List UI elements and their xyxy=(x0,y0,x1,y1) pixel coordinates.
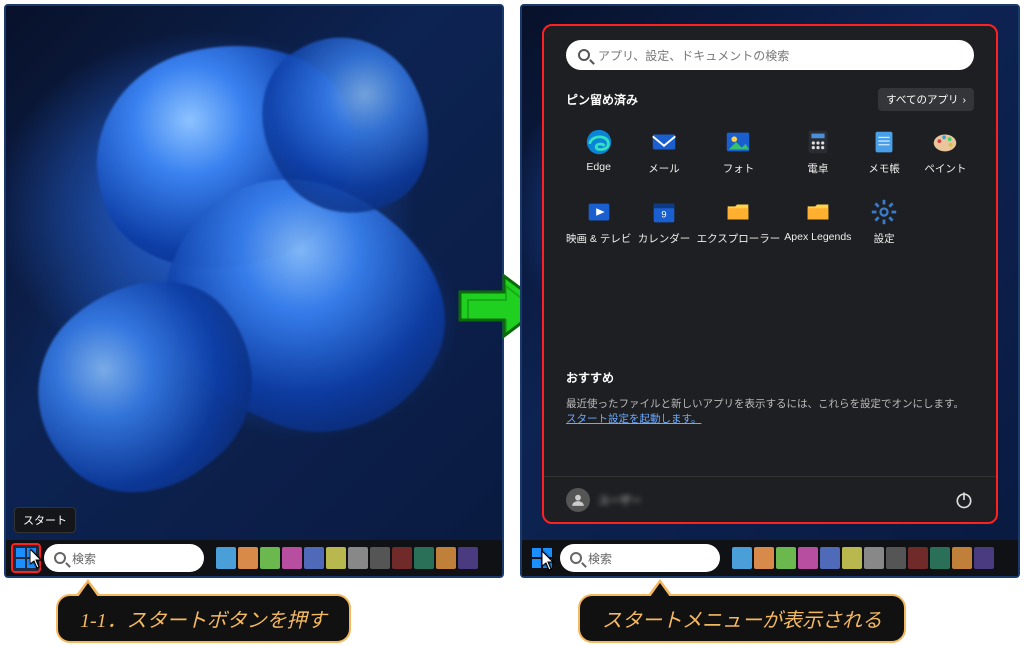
app-tile-explorer[interactable]: エクスプローラー xyxy=(697,193,781,259)
windows-logo-icon xyxy=(532,548,552,568)
app-tile-paint[interactable]: ペイント xyxy=(917,123,974,189)
app-tile-calc[interactable]: 電卓 xyxy=(784,123,851,189)
taskbar-apps xyxy=(216,547,478,569)
mail-icon xyxy=(649,127,679,157)
taskbar-app-icon[interactable] xyxy=(370,547,390,569)
app-tile-settings[interactable]: 設定 xyxy=(855,193,912,259)
all-apps-button[interactable]: すべてのアプリ › xyxy=(878,88,974,111)
taskbar-app-icon[interactable] xyxy=(864,547,884,569)
edge-icon xyxy=(584,127,614,157)
taskbar-search-placeholder: 検索 xyxy=(72,550,96,567)
windows-logo-icon xyxy=(16,548,36,568)
user-account-button[interactable]: ユーザー xyxy=(566,488,642,512)
app-label: ペイント xyxy=(924,161,966,176)
app-tile-calendar[interactable]: 9 カレンダー xyxy=(635,193,692,259)
taskbar-app-icon[interactable] xyxy=(930,547,950,569)
search-icon xyxy=(570,552,582,564)
notepad-icon xyxy=(869,127,899,157)
taskbar-app-icon[interactable] xyxy=(820,547,840,569)
app-label: フォト xyxy=(723,161,755,176)
search-icon xyxy=(578,49,590,61)
left-screenshot: スタート 検索 xyxy=(4,4,504,578)
app-tile-edge[interactable]: Edge xyxy=(566,123,631,189)
startmenu-search-placeholder: アプリ、設定、ドキュメントの検索 xyxy=(598,47,789,64)
app-tile-mail[interactable]: メール xyxy=(635,123,692,189)
power-button[interactable] xyxy=(954,490,974,510)
taskbar: 検索 xyxy=(522,540,1018,576)
user-avatar-icon xyxy=(566,488,590,512)
start-button[interactable] xyxy=(12,544,40,572)
taskbar-app-icon[interactable] xyxy=(436,547,456,569)
chevron-right-icon: › xyxy=(963,94,967,106)
app-label: エクスプローラー xyxy=(697,231,781,246)
taskbar-search[interactable]: 検索 xyxy=(44,544,204,572)
start-tooltip: スタート xyxy=(14,507,76,533)
taskbar-app-icon[interactable] xyxy=(304,547,324,569)
explorer-icon xyxy=(723,197,753,227)
taskbar-search-placeholder: 検索 xyxy=(588,550,612,567)
taskbar-app-icon[interactable] xyxy=(842,547,862,569)
pinned-heading: ピン留め済み xyxy=(566,91,638,108)
taskbar-app-icon[interactable] xyxy=(776,547,796,569)
taskbar-app-icon[interactable] xyxy=(798,547,818,569)
user-name-label: ユーザー xyxy=(598,492,642,508)
taskbar-app-icon[interactable] xyxy=(952,547,972,569)
callout-step-1: 1-1．スタートボタンを押す xyxy=(56,594,351,643)
movies-icon xyxy=(584,197,614,227)
app-label: Apex Legends xyxy=(784,231,851,243)
app-tile-folder[interactable]: Apex Legends xyxy=(784,193,851,259)
search-icon xyxy=(54,552,66,564)
taskbar-app-icon[interactable] xyxy=(754,547,774,569)
taskbar-app-icon[interactable] xyxy=(326,547,346,569)
taskbar-app-icon[interactable] xyxy=(216,547,236,569)
callout-result: スタートメニューが表示される xyxy=(578,594,906,643)
app-label: カレンダー xyxy=(638,231,691,246)
taskbar-app-icon[interactable] xyxy=(392,547,412,569)
app-label: 設定 xyxy=(874,231,895,246)
taskbar-app-icon[interactable] xyxy=(886,547,906,569)
app-tile-movies[interactable]: 映画 & テレビ xyxy=(566,193,631,259)
settings-icon xyxy=(869,197,899,227)
pinned-apps-grid: Edge メール フォト 電卓 メモ帳 ペイント映画 & テレビ 9 カレンダーエクスプローラ… xyxy=(566,123,974,259)
app-label: Edge xyxy=(586,161,611,173)
taskbar-app-icon[interactable] xyxy=(282,547,302,569)
app-label: 電卓 xyxy=(807,161,828,176)
recommended-text: 最近使ったファイルと新しいアプリを表示するには、これらを設定でオンにします。 ス… xyxy=(566,396,974,426)
all-apps-label: すべてのアプリ xyxy=(886,92,958,107)
folder-icon xyxy=(803,197,833,227)
app-label: メモ帳 xyxy=(868,161,900,176)
start-settings-link[interactable]: スタート設定を起動します。 xyxy=(566,413,701,425)
taskbar-app-icon[interactable] xyxy=(908,547,928,569)
taskbar: 検索 xyxy=(6,540,502,576)
app-label: メール xyxy=(648,161,680,176)
calendar-icon: 9 xyxy=(649,197,679,227)
taskbar-app-icon[interactable] xyxy=(238,547,258,569)
desktop-wallpaper xyxy=(6,6,502,576)
start-button[interactable] xyxy=(528,544,556,572)
taskbar-app-icon[interactable] xyxy=(414,547,434,569)
taskbar-search[interactable]: 検索 xyxy=(560,544,720,572)
app-tile-photos[interactable]: フォト xyxy=(697,123,781,189)
right-screenshot: アプリ、設定、ドキュメントの検索 ピン留め済み すべてのアプリ › Edge メー… xyxy=(520,4,1020,578)
taskbar-app-icon[interactable] xyxy=(732,547,752,569)
taskbar-app-icon[interactable] xyxy=(458,547,478,569)
photos-icon xyxy=(723,127,753,157)
paint-icon xyxy=(930,127,960,157)
taskbar-app-icon[interactable] xyxy=(260,547,280,569)
app-label: 映画 & テレビ xyxy=(566,231,631,246)
recommended-heading: おすすめ xyxy=(566,369,974,386)
svg-text:9: 9 xyxy=(661,210,666,220)
app-tile-notepad[interactable]: メモ帳 xyxy=(855,123,912,189)
taskbar-app-icon[interactable] xyxy=(974,547,994,569)
start-menu: アプリ、設定、ドキュメントの検索 ピン留め済み すべてのアプリ › Edge メー… xyxy=(542,24,998,524)
taskbar-apps xyxy=(732,547,994,569)
calc-icon xyxy=(803,127,833,157)
taskbar-app-icon[interactable] xyxy=(348,547,368,569)
startmenu-search[interactable]: アプリ、設定、ドキュメントの検索 xyxy=(566,40,974,70)
